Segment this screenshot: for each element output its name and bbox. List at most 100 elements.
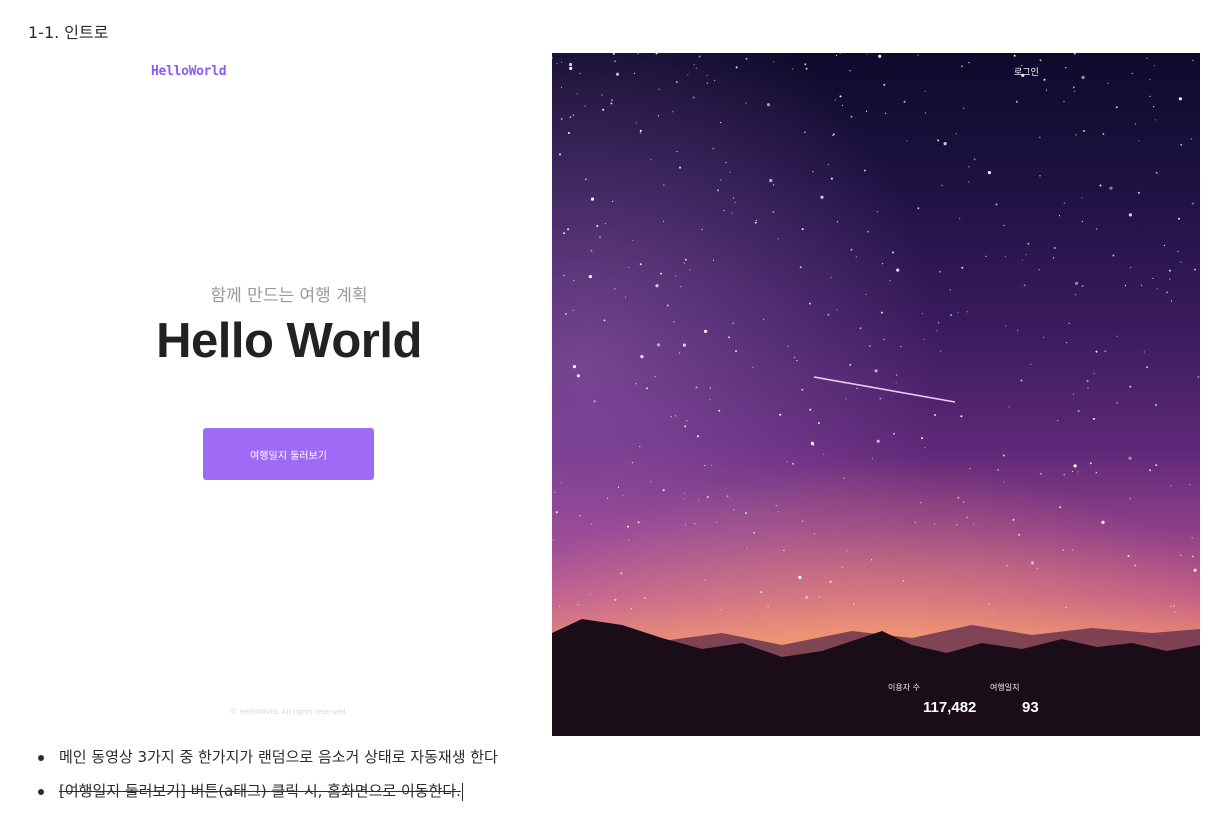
star [1066, 342, 1068, 344]
star [650, 158, 652, 161]
star [1099, 184, 1102, 187]
star [883, 338, 885, 340]
star [745, 102, 747, 104]
star [694, 523, 696, 525]
star [804, 63, 807, 66]
star [706, 82, 708, 84]
star [1128, 456, 1132, 460]
star [1095, 472, 1097, 474]
star [1093, 372, 1095, 374]
star [1006, 565, 1008, 567]
star [1063, 202, 1065, 204]
star [839, 95, 842, 98]
hero-title: Hello World [156, 314, 422, 368]
star [988, 603, 990, 605]
star [682, 343, 686, 347]
star [792, 68, 794, 70]
star [1112, 254, 1115, 257]
star [628, 266, 630, 268]
star [735, 66, 738, 69]
star [876, 211, 878, 213]
star [752, 366, 754, 368]
star [1074, 294, 1076, 296]
star [620, 572, 623, 575]
star [673, 321, 675, 323]
star [560, 86, 563, 88]
star [889, 280, 891, 282]
star [1116, 335, 1118, 337]
star [805, 67, 808, 70]
star [1071, 470, 1074, 472]
star [1170, 605, 1172, 607]
star [959, 218, 961, 220]
star [883, 83, 886, 86]
star [845, 398, 847, 400]
star [853, 603, 855, 605]
star [1177, 250, 1179, 253]
star [1107, 82, 1109, 84]
star [709, 387, 711, 389]
star [655, 284, 659, 288]
star [1156, 288, 1158, 290]
star [755, 219, 758, 221]
star [693, 64, 695, 66]
star [680, 286, 682, 288]
star [650, 481, 652, 483]
list-item-text[interactable]: [여행일지 둘러보기] 버튼(a태그) 클릭 시, 홈화면으로 이동한다. [59, 782, 461, 800]
star [830, 276, 832, 279]
star [874, 369, 878, 373]
star [684, 492, 686, 494]
star [794, 356, 796, 358]
list-item-text[interactable]: 메인 동영상 3가지 중 한가지가 랜덤으로 음소거 상태로 자동재생 한다 [59, 748, 498, 766]
star [1039, 175, 1041, 177]
star [846, 550, 848, 552]
star [1004, 256, 1007, 258]
star [1129, 498, 1131, 500]
star [867, 230, 870, 233]
star [1129, 385, 1132, 388]
star [612, 200, 614, 202]
star [1081, 197, 1083, 199]
bullet-icon [38, 789, 44, 795]
user-count-value: 117,482 [923, 699, 977, 716]
star [783, 549, 785, 551]
star [1137, 191, 1140, 194]
star [832, 134, 834, 136]
star [1045, 89, 1048, 91]
star [660, 272, 663, 275]
star [820, 195, 824, 199]
star [961, 266, 964, 269]
star [1036, 567, 1038, 570]
star [590, 249, 593, 252]
star [695, 386, 698, 389]
star [626, 525, 629, 528]
star [834, 99, 836, 101]
star [923, 338, 925, 340]
star [808, 302, 811, 305]
star [760, 591, 762, 594]
star [939, 270, 942, 273]
star [617, 486, 620, 488]
star [685, 524, 687, 526]
login-link[interactable]: 로그인 [1014, 65, 1039, 78]
star [850, 115, 853, 118]
star [1008, 406, 1010, 408]
star [817, 422, 820, 424]
star [956, 524, 958, 526]
star [841, 567, 844, 569]
star [1130, 266, 1132, 269]
logo[interactable]: HelloWorld [151, 64, 227, 79]
star [849, 363, 852, 366]
star [827, 163, 829, 166]
browse-journals-button[interactable]: 여행일지 둘러보기 [203, 428, 374, 480]
star [709, 399, 711, 401]
star [777, 511, 779, 513]
star [579, 515, 581, 517]
star [885, 112, 887, 114]
star [635, 383, 637, 385]
star [632, 239, 634, 241]
star [796, 360, 798, 362]
star [754, 221, 757, 224]
star [610, 102, 613, 105]
star [675, 81, 678, 83]
